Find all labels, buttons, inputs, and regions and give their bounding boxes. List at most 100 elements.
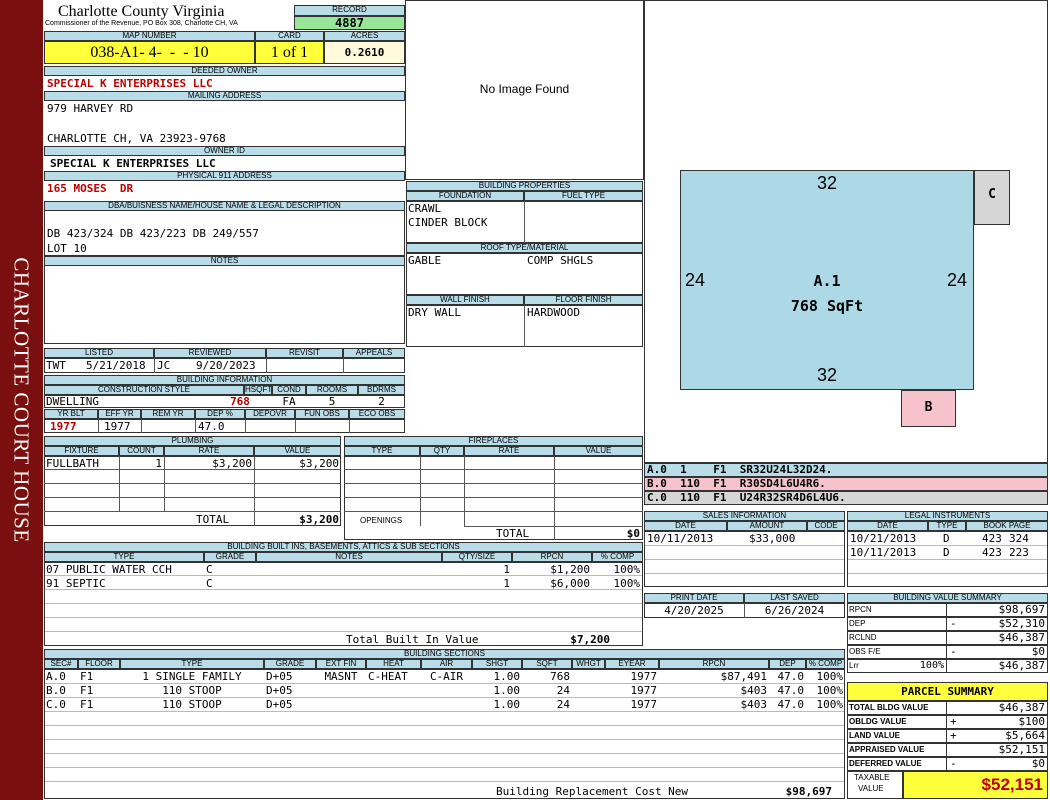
physical-address-label: PHYSICAL 911 ADDRESS xyxy=(44,171,405,181)
sections-cell-ext: MASNT xyxy=(324,670,358,683)
revisit-label: REVISIT xyxy=(266,348,343,358)
ecoobs-label: ECO OBS xyxy=(349,409,405,419)
bvs-row-value: $46,387 xyxy=(998,659,1045,672)
builtins-col-rpcn: RPCN xyxy=(512,552,592,562)
sections-col-header: GRADE xyxy=(264,659,316,669)
sections-cell-rpcn: $403 xyxy=(740,684,768,697)
sections-cell-grade: D+05 xyxy=(266,684,293,697)
foundation-1: CRAWL xyxy=(408,202,442,215)
yrblt-label: YR BLT xyxy=(44,409,98,419)
deeded-owner: SPECIAL K ENTERPRISES LLC xyxy=(47,77,213,90)
sections-col-header: EYEAR xyxy=(605,659,659,669)
sketch-dim-bottom: 32 xyxy=(816,365,838,385)
parcel-row-label: APPRAISED VALUE xyxy=(847,743,947,757)
parcel-row-label: OBLDG VALUE xyxy=(847,715,947,729)
sections-cell-comp: 100% xyxy=(816,670,844,683)
builtins-col-grade: GRADE xyxy=(204,552,256,562)
hsqft-value: 768 xyxy=(230,395,250,408)
builtin-grade-2: C xyxy=(206,577,213,590)
cond-label: COND xyxy=(272,385,306,395)
legal-label: DBA/BUISNESS NAME/HOUSE NAME & LEGAL DES… xyxy=(44,201,405,211)
sections-cell-eyear: 1977 xyxy=(630,684,658,697)
builtin-qty-2: 1 xyxy=(503,577,510,590)
county-title: Charlotte County Virginia xyxy=(58,3,225,20)
sale-amount: $33,000 xyxy=(749,532,796,545)
owner-id: SPECIAL K ENTERPRISES LLC xyxy=(50,157,216,170)
sale-date: 10/11/2013 xyxy=(647,532,714,545)
bvs-label: BUILDING VALUE SUMMARY xyxy=(847,593,1048,603)
building-props-label: BUILDING PROPERTIES xyxy=(406,181,643,191)
sections-total: $98,697 xyxy=(785,785,832,798)
construction-style-label: CONSTRUCTION STYLE xyxy=(44,385,244,395)
parcel-row-label: LAND VALUE xyxy=(847,729,947,743)
fireplace-col-value: VALUE xyxy=(554,446,643,456)
sales-col-date: DATE xyxy=(644,521,727,531)
parcel-row-label: TOTAL BLDG VALUE xyxy=(847,701,947,715)
roof-material: COMP SHGLS xyxy=(527,254,594,267)
card-value: 1 of 1 xyxy=(255,41,324,64)
fireplace-openings-label: OPENINGS xyxy=(360,516,403,525)
legal-col-type: TYPE xyxy=(928,521,966,531)
taxable-value: $52,151 xyxy=(903,771,1048,799)
sketch-area-label: A.1 xyxy=(813,272,841,290)
foundation-label: FOUNDATION xyxy=(406,191,524,201)
floor-finish: HARDWOOD xyxy=(527,306,580,319)
last-saved-label: LAST SAVED xyxy=(744,593,845,603)
sections-cell-dep: 47.0 xyxy=(777,670,805,683)
sections-row-line xyxy=(45,767,844,768)
bvs-row-value: $52,310 xyxy=(998,617,1045,630)
building-info-label: BUILDING INFORMATION xyxy=(44,375,405,385)
sections-cell-grade: D+05 xyxy=(266,698,293,711)
sections-col-header: SQFT xyxy=(522,659,572,669)
owner-id-label: OWNER ID xyxy=(44,146,405,156)
listed-date: 5/21/2018 xyxy=(86,359,146,372)
wall-finish-label: WALL FINISH xyxy=(406,295,524,305)
sections-col-header: FLOOR xyxy=(78,659,120,669)
remyr-label: REM YR xyxy=(141,409,195,419)
sidebar: CHARLOTTE COURT HOUSE xyxy=(0,0,43,800)
sections-col-header: RPCN xyxy=(659,659,769,669)
legal-instr-date-1: 10/21/2013 xyxy=(850,532,917,545)
sections-row-line xyxy=(45,753,844,754)
builtins-total-label: Total Built In Value xyxy=(346,633,479,646)
mailing-address-label: MAILING ADDRESS xyxy=(44,91,405,101)
sections-cell-comp: 100% xyxy=(816,698,844,711)
record-value: 4887 xyxy=(294,16,405,30)
taxable-label-1: TAXABLE xyxy=(854,773,890,782)
sections-cell-grade: D+05 xyxy=(266,670,293,683)
parcel-row-value: $46,387 xyxy=(998,701,1045,714)
legal-instr-page-2: 223 xyxy=(1009,546,1029,559)
sections-cell-sqft: 24 xyxy=(556,698,570,711)
fireplace-col-rate: RATE xyxy=(464,446,554,456)
sections-row-line xyxy=(45,781,844,782)
sections-col-header: SEC# xyxy=(44,659,78,669)
sketch-code-row: B.0 110 F1 R30SD4L6U4R6. xyxy=(644,477,1048,491)
legal-instr-type-2: D xyxy=(943,546,950,559)
sections-cell-type: 110 STOOP xyxy=(162,698,222,711)
sections-cell-eyear: 1977 xyxy=(630,670,658,683)
sketch-code-row: A.0 1 F1 SR32U24L32D24. xyxy=(644,463,1048,477)
record-label: RECORD xyxy=(294,5,405,16)
fireplace-col-type: TYPE xyxy=(344,446,420,456)
builtin-comp-2: 100% xyxy=(613,577,641,590)
legal-instr-type-1: D xyxy=(943,532,950,545)
sections-cell-rpcn: $403 xyxy=(740,698,768,711)
county-address: Commissioner of the Revenue, PO Box 308,… xyxy=(45,20,238,27)
deeded-owner-label: DEEDED OWNER xyxy=(44,66,405,76)
plumbing-col-fixture: FIXTURE xyxy=(44,446,119,456)
sections-cell-floor: F1 xyxy=(80,670,94,683)
plumbing-rate: $3,200 xyxy=(212,457,252,470)
parcel-summary-label: PARCEL SUMMARY xyxy=(847,682,1048,701)
taxable-label-2: VALUE xyxy=(858,784,884,793)
roof-label: ROOF TYPE/MATERIAL xyxy=(406,243,643,253)
bvs-row-value: $46,387 xyxy=(998,631,1045,644)
sketch-area-sqft: 768 SqFt xyxy=(790,297,864,315)
sections-row-line xyxy=(45,711,844,712)
notes-label: NOTES xyxy=(44,256,405,266)
listed-label: LISTED xyxy=(44,348,154,358)
rooms-value: 5 xyxy=(328,395,336,408)
sections-cell-floor: F1 xyxy=(80,698,94,711)
listed-by: TWT xyxy=(46,359,66,372)
sections-cell-floor: F1 xyxy=(80,684,94,697)
legal-col-date: DATE xyxy=(847,521,928,531)
